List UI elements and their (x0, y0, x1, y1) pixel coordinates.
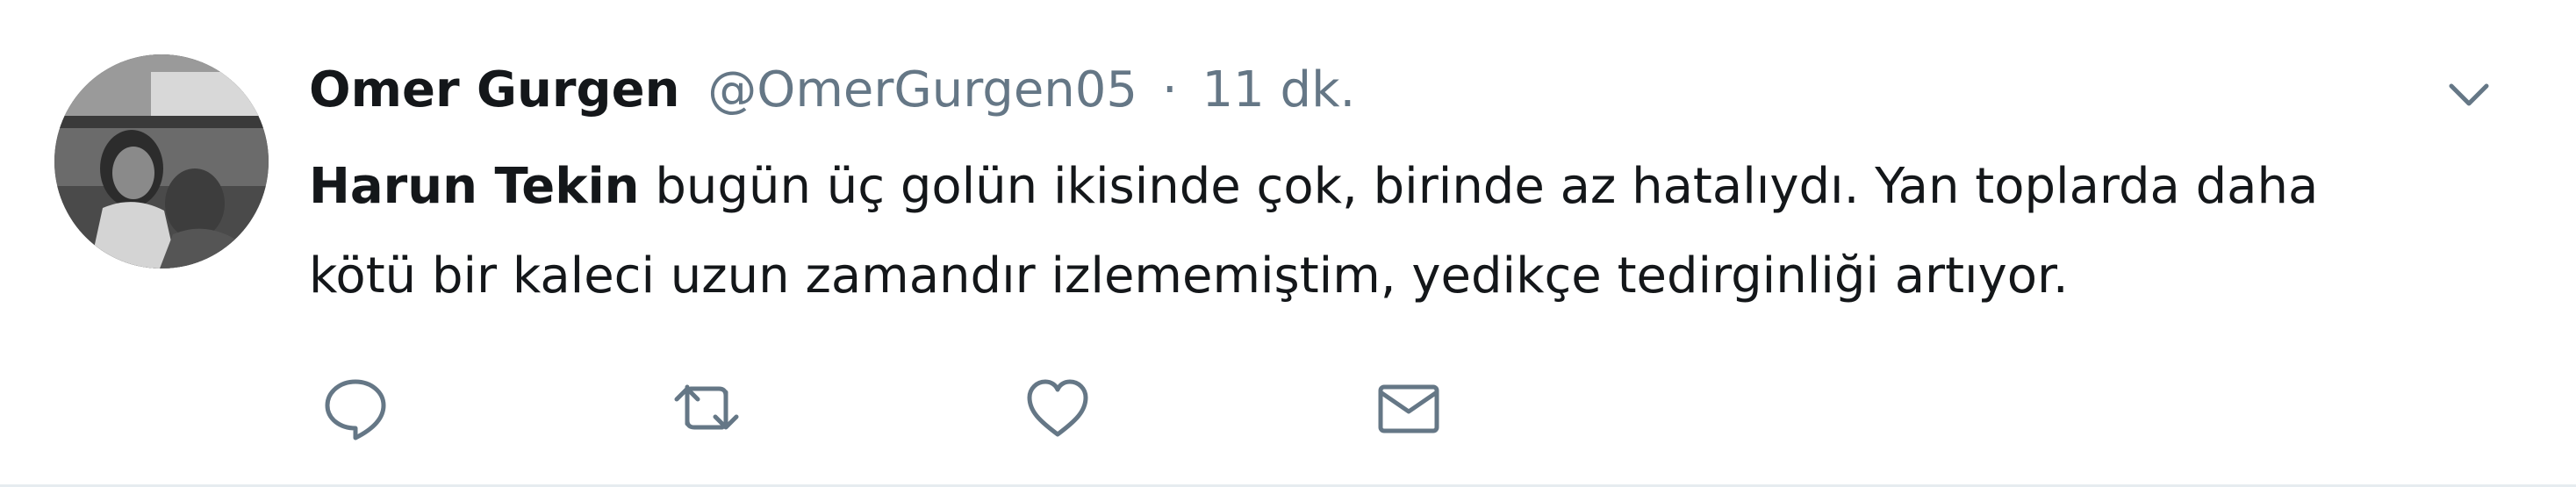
tweet-card[interactable]: Omer Gurgen @OmerGurgen05 · 11 dk. Harun… (0, 0, 2576, 487)
direct-message-button[interactable] (1369, 369, 1448, 448)
tweet-text-line-2: kötü bir kaleci uzun zamandır izlememişt… (309, 247, 2069, 304)
like-button[interactable] (1018, 369, 1097, 448)
avatar-image (54, 54, 269, 269)
retweet-icon (674, 384, 739, 430)
tweet-header: Omer Gurgen @OmerGurgen05 · 11 dk. (309, 60, 1355, 121)
author-name[interactable]: Omer Gurgen (309, 61, 679, 118)
heart-icon (1027, 379, 1088, 437)
reply-button[interactable] (316, 369, 395, 448)
tweet-text-line-1: Harun Tekin bugün üç golün ikisinde çok,… (309, 142, 2486, 232)
chevron-down-icon (2449, 83, 2489, 106)
retweet-button[interactable] (667, 369, 746, 448)
envelope-icon (1378, 384, 1439, 433)
author-handle[interactable]: @OmerGurgen05 (707, 61, 1137, 118)
timestamp[interactable]: 11 dk. (1202, 61, 1355, 118)
tweet-text: Harun Tekin bugün üç golün ikisinde çok,… (309, 142, 2486, 321)
avatar[interactable] (54, 54, 269, 269)
tweet-actions (316, 369, 2071, 448)
tweet-menu-button[interactable] (2443, 74, 2495, 118)
tweet-text-rest: bugün üç golün ikisinde çok, birinde az … (639, 158, 2319, 215)
separator: · (1161, 61, 1178, 118)
mention[interactable]: Harun Tekin (309, 158, 640, 215)
reply-icon (325, 379, 386, 440)
